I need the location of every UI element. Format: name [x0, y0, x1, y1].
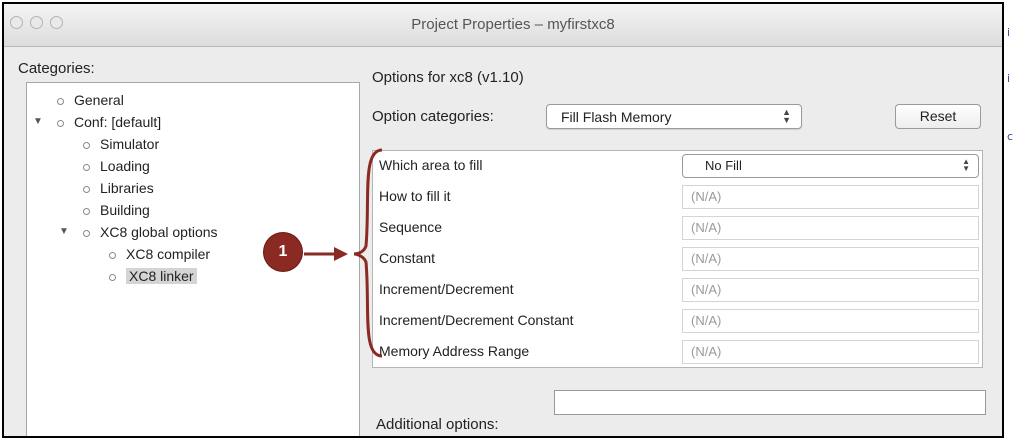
callout-badge: 1	[264, 233, 302, 271]
callout-arrowhead-icon	[334, 247, 348, 261]
curly-brace-icon	[353, 148, 383, 358]
edge-glyph: i	[1007, 72, 1011, 85]
edge-glyph: c	[1007, 130, 1014, 143]
edge-glyph: i	[1007, 26, 1011, 39]
annotation-overlay	[304, 148, 383, 358]
